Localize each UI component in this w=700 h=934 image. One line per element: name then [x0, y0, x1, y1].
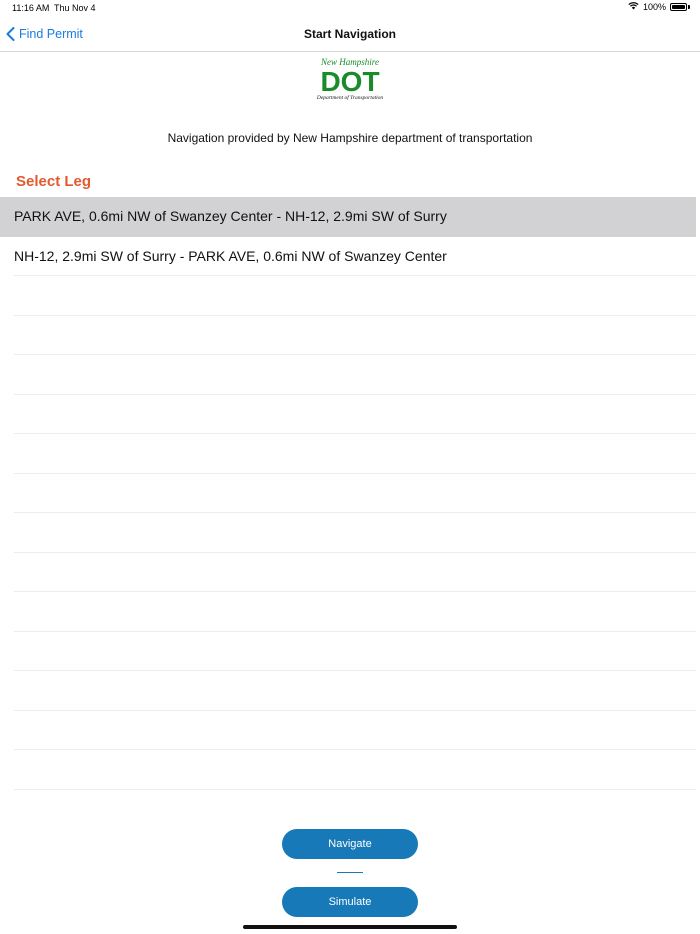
page-title: Start Navigation	[303, 27, 396, 41]
empty-row	[14, 434, 696, 474]
logo-line2: DOT	[320, 66, 379, 97]
empty-row	[14, 276, 696, 316]
home-indicator[interactable]	[243, 925, 457, 929]
empty-row	[14, 474, 696, 513]
leg-list: PARK AVE, 0.6mi NW of Swanzey Center - N…	[0, 197, 700, 790]
empty-row	[14, 316, 696, 355]
empty-row	[14, 711, 696, 750]
empty-row	[14, 592, 696, 632]
status-date: Thu Nov 4	[54, 3, 96, 13]
leg-row-2[interactable]: NH-12, 2.9mi SW of Surry - PARK AVE, 0.6…	[14, 237, 696, 276]
leg-row-1[interactable]: PARK AVE, 0.6mi NW of Swanzey Center - N…	[0, 197, 696, 237]
battery-icon	[670, 3, 687, 11]
empty-row	[14, 553, 696, 592]
navigate-button[interactable]: Navigate	[282, 829, 418, 859]
status-bar: 11:16 AM Thu Nov 4 100%	[0, 0, 700, 18]
empty-row	[14, 513, 696, 553]
section-title: Select Leg	[16, 173, 92, 190]
simulate-button[interactable]: Simulate	[282, 887, 418, 917]
navigation-bar: Find Permit Start Navigation	[0, 18, 700, 52]
status-time: 11:16 AM	[12, 3, 50, 13]
empty-row	[14, 395, 696, 434]
logo-line3: Department of Transportation	[316, 94, 384, 101]
leg-label-2: NH-12, 2.9mi SW of Surry - PARK AVE, 0.6…	[14, 247, 447, 264]
wifi-icon	[628, 2, 639, 12]
empty-row	[14, 750, 696, 790]
battery-percent: 100%	[642, 2, 666, 12]
navigation-credit: Navigation provided by New Hampshire dep…	[167, 131, 533, 145]
leg-label-1: PARK AVE, 0.6mi NW of Swanzey Center - N…	[14, 208, 447, 224]
empty-row	[14, 355, 696, 395]
nh-dot-logo: New Hampshire DOT Department of Transpor…	[316, 57, 384, 101]
empty-row	[14, 632, 696, 671]
status-indicators: 100%	[628, 2, 690, 12]
button-divider	[337, 872, 363, 873]
empty-row	[14, 671, 696, 711]
